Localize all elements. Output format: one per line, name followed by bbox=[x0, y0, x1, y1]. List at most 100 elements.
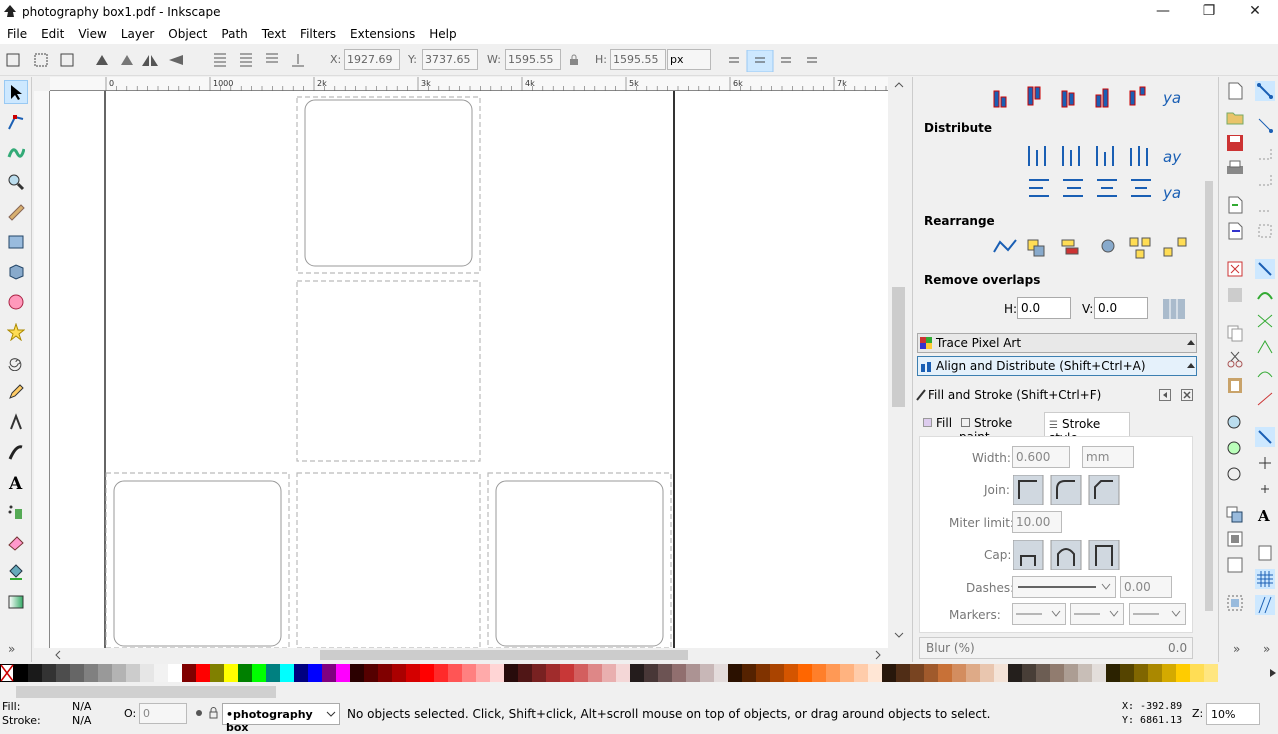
palette-swatch[interactable] bbox=[378, 664, 392, 682]
snap-bbox-center-icon[interactable] bbox=[1255, 221, 1275, 241]
palette-swatch[interactable] bbox=[616, 664, 630, 682]
export-icon[interactable] bbox=[1225, 221, 1245, 241]
palette-swatch[interactable] bbox=[154, 664, 168, 682]
spray-tool-icon[interactable] bbox=[4, 500, 28, 524]
measure-tool-icon[interactable] bbox=[4, 200, 28, 224]
undo-icon[interactable] bbox=[1225, 259, 1245, 279]
align-distribute-panel-tab[interactable]: Align and Distribute (Shift+Ctrl+A) bbox=[917, 356, 1197, 376]
maximize-button[interactable]: ❐ bbox=[1186, 0, 1232, 24]
color-palette[interactable] bbox=[0, 663, 1278, 683]
width-input[interactable]: 0.600 bbox=[1012, 446, 1070, 468]
palette-swatch[interactable] bbox=[574, 664, 588, 682]
dash-offset-input[interactable]: 0.00 bbox=[1120, 576, 1172, 598]
chevron-down-icon[interactable] bbox=[326, 711, 336, 717]
align-buttons-row-icon[interactable]: ya bbox=[988, 83, 1198, 113]
redo-icon[interactable] bbox=[1225, 285, 1245, 305]
palette-swatch[interactable] bbox=[560, 664, 574, 682]
palette-swatch[interactable] bbox=[1190, 664, 1204, 682]
palette-swatch[interactable] bbox=[1148, 664, 1162, 682]
group-icon[interactable] bbox=[1225, 593, 1245, 613]
palette-swatch[interactable] bbox=[1134, 664, 1148, 682]
palette-swatch[interactable] bbox=[126, 664, 140, 682]
trace-pixel-art-panel-tab[interactable]: Trace Pixel Art bbox=[917, 333, 1197, 353]
palette-swatch[interactable] bbox=[812, 664, 826, 682]
palette-scroll-thumb[interactable] bbox=[16, 686, 276, 698]
snap-rotation-center-icon[interactable] bbox=[1255, 479, 1275, 499]
snap-bbox-edge-icon[interactable] bbox=[1255, 143, 1275, 163]
palette-swatch[interactable] bbox=[938, 664, 952, 682]
duplicate-icon[interactable] bbox=[1225, 505, 1245, 525]
remove-overlaps-button-icon[interactable] bbox=[1161, 297, 1187, 321]
palette-swatch[interactable] bbox=[826, 664, 840, 682]
palette-swatch[interactable] bbox=[364, 664, 378, 682]
palette-swatch[interactable] bbox=[224, 664, 238, 682]
canvas-vertical-scrollbar[interactable] bbox=[888, 77, 910, 648]
menu-layer[interactable]: Layer bbox=[114, 27, 161, 41]
palette-swatch[interactable] bbox=[434, 664, 448, 682]
unlink-clone-icon[interactable] bbox=[1225, 555, 1245, 575]
cut-icon[interactable] bbox=[1225, 349, 1245, 369]
palette-swatch[interactable] bbox=[1064, 664, 1078, 682]
palette-swatch[interactable] bbox=[14, 664, 28, 682]
eraser-tool-icon[interactable] bbox=[4, 530, 28, 554]
marker-selects[interactable] bbox=[1012, 603, 1190, 625]
snap-bbox-icon[interactable] bbox=[1255, 115, 1275, 135]
palette-swatch[interactable] bbox=[966, 664, 980, 682]
tweak-tool-icon[interactable] bbox=[4, 140, 28, 164]
selection-buttons-icon[interactable] bbox=[5, 51, 85, 69]
palette-swatch[interactable] bbox=[1106, 664, 1120, 682]
palette-swatch[interactable] bbox=[630, 664, 644, 682]
palette-swatch[interactable] bbox=[924, 664, 938, 682]
toolbox-more-icon[interactable]: » bbox=[8, 642, 15, 656]
layer-visibility-lock-icon[interactable] bbox=[194, 707, 220, 719]
palette-swatch[interactable] bbox=[490, 664, 504, 682]
gradient-tool-icon[interactable] bbox=[4, 590, 28, 614]
palette-swatch[interactable] bbox=[532, 664, 546, 682]
join-style-buttons-icon[interactable] bbox=[1013, 475, 1123, 505]
palette-swatch[interactable] bbox=[1092, 664, 1106, 682]
new-document-icon[interactable] bbox=[1225, 81, 1245, 101]
node-tool-icon[interactable] bbox=[4, 110, 28, 134]
distribute-buttons-icon[interactable]: ay ya bbox=[1023, 142, 1203, 204]
palette-swatch[interactable] bbox=[140, 664, 154, 682]
menu-text[interactable]: Text bbox=[255, 27, 293, 41]
snap-cusp-nodes-icon[interactable] bbox=[1255, 337, 1275, 357]
palette-swatch[interactable] bbox=[84, 664, 98, 682]
3d-box-tool-icon[interactable] bbox=[4, 260, 28, 284]
commands-more-icon[interactable]: » bbox=[1233, 642, 1240, 656]
overlap-v-input[interactable]: 0.0 bbox=[1094, 297, 1148, 319]
palette-swatch[interactable] bbox=[742, 664, 756, 682]
palette-swatch[interactable] bbox=[1120, 664, 1134, 682]
close-button[interactable]: ✕ bbox=[1232, 0, 1278, 24]
selector-tool-icon[interactable] bbox=[4, 80, 28, 104]
x-input[interactable]: 1927.69 bbox=[344, 49, 400, 70]
tab-stroke-style[interactable]: ☰Stroke style bbox=[1044, 412, 1130, 445]
collapse-up-icon[interactable] bbox=[1187, 362, 1195, 368]
palette-swatch[interactable] bbox=[294, 664, 308, 682]
palette-swatch[interactable] bbox=[1008, 664, 1022, 682]
palette-swatch[interactable] bbox=[1078, 664, 1092, 682]
palette-swatch[interactable] bbox=[350, 664, 364, 682]
dock-scrollbar[interactable] bbox=[1205, 181, 1213, 611]
palette-swatch[interactable] bbox=[28, 664, 42, 682]
palette-swatch[interactable] bbox=[602, 664, 616, 682]
palette-swatch[interactable] bbox=[756, 664, 770, 682]
palette-swatch[interactable] bbox=[910, 664, 924, 682]
paint-bucket-tool-icon[interactable] bbox=[4, 560, 28, 584]
palette-swatch[interactable] bbox=[1036, 664, 1050, 682]
h-input[interactable]: 1595.55 bbox=[610, 49, 666, 70]
drawing-canvas[interactable] bbox=[50, 91, 888, 648]
palette-swatch[interactable] bbox=[1176, 664, 1190, 682]
palette-swatch[interactable] bbox=[168, 664, 182, 682]
y-input[interactable]: 3737.65 bbox=[422, 49, 478, 70]
snap-nodes-icon[interactable] bbox=[1255, 259, 1275, 279]
zoom-selection-icon[interactable] bbox=[1225, 413, 1245, 433]
star-tool-icon[interactable] bbox=[4, 320, 28, 344]
rearrange-buttons-icon[interactable] bbox=[988, 234, 1198, 264]
menu-view[interactable]: View bbox=[71, 27, 113, 41]
blur-slider[interactable]: Blur (%) 0.0 bbox=[919, 637, 1193, 659]
palette-swatch[interactable] bbox=[952, 664, 966, 682]
w-input[interactable]: 1595.55 bbox=[505, 49, 561, 70]
snap-toggle-icon[interactable] bbox=[1255, 81, 1275, 101]
calligraphy-tool-icon[interactable] bbox=[4, 440, 28, 464]
